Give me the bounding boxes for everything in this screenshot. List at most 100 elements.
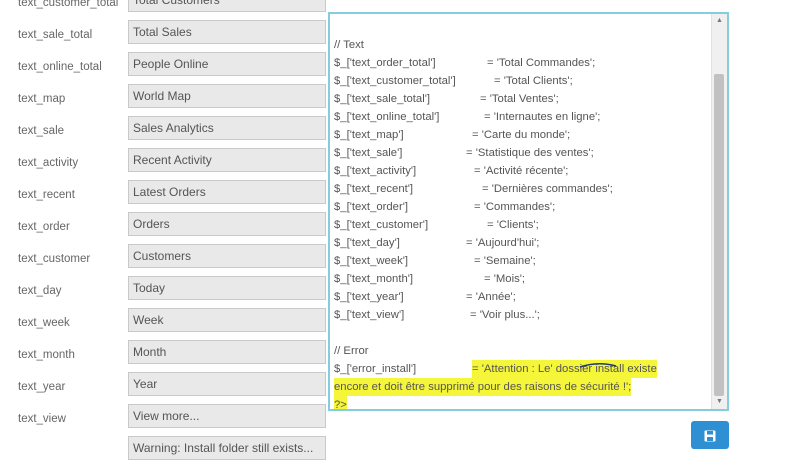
scrollbar-thumb[interactable] [714, 74, 724, 396]
code-key: $_['text_map'] [334, 129, 404, 141]
code-key: $_['text_customer_total'] [334, 75, 456, 87]
code-key: $_['text_sale'] [334, 147, 403, 159]
field-key-label: text_map [18, 93, 66, 105]
code-key: $_['text_recent'] [334, 183, 414, 195]
field-row: text_order [0, 212, 330, 242]
code-line: $_['text_week'] = 'Semaine'; [334, 252, 714, 270]
field-row: text_map [0, 84, 330, 114]
language-fields-list: text_customer_total text_sale_total text_o… [0, 0, 330, 460]
code-line: $_['text_month'] = 'Mois'; [334, 270, 714, 288]
code-value: = 'Total Ventes'; [480, 93, 559, 105]
field-row: text_week [0, 308, 330, 338]
code-line: $_['text_online_total'] = 'Internautes en… [334, 108, 714, 126]
code-key: $_['text_order_total'] [334, 57, 436, 69]
field-key-label: text_activity [18, 157, 79, 169]
code-line: $_['text_sale'] = 'Statistique des ventes… [334, 144, 714, 162]
code-comment-text: // Text [334, 39, 364, 51]
field-value-input[interactable] [128, 404, 326, 428]
field-value-input[interactable] [128, 180, 326, 204]
field-row: text_activity [0, 148, 330, 178]
field-value-input[interactable] [128, 340, 326, 364]
field-value-input[interactable] [128, 148, 326, 172]
scroll-up-arrow-icon[interactable]: ▲ [712, 14, 727, 28]
field-row: text_year [0, 372, 330, 402]
field-row: text_online_total [0, 52, 330, 82]
code-editor[interactable]: // Text $_['text_order_total'] = 'Total C… [328, 12, 729, 411]
field-row: text_day [0, 276, 330, 306]
code-key: $_['text_month'] [334, 273, 414, 285]
field-value-input[interactable] [128, 372, 326, 396]
code-line: $_['text_view'] = 'Voir plus...'; [334, 306, 714, 324]
field-value-input[interactable] [128, 116, 326, 140]
field-key-label: text_month [18, 349, 75, 361]
field-value-input[interactable] [128, 52, 326, 76]
code-value: = 'Total Commandes'; [487, 57, 596, 69]
field-key-label: text_week [18, 317, 70, 329]
field-value-input[interactable] [128, 212, 326, 236]
field-value-input[interactable] [128, 20, 326, 44]
field-key-label: text_sale [18, 125, 65, 137]
code-key: $_['text_activity'] [334, 165, 417, 177]
field-key-label: text_customer_total [18, 0, 119, 9]
code-value: = 'Statistique des ventes'; [466, 147, 594, 159]
code-content[interactable]: // Text $_['text_order_total'] = 'Total C… [334, 36, 714, 409]
field-key-label: text_view [18, 413, 66, 425]
code-key: $_['text_customer'] [334, 219, 429, 231]
code-line: $_['text_recent'] = 'Dernières commandes'… [334, 180, 714, 198]
scroll-down-arrow-icon[interactable]: ▼ [712, 395, 727, 409]
code-value: = 'Carte du monde'; [472, 129, 571, 141]
field-key-label: text_order [18, 221, 70, 233]
code-line: $_['text_customer'] = 'Clients'; [334, 216, 714, 234]
code-php-close: ?> [334, 396, 347, 409]
code-comment-error: // Error [334, 345, 369, 357]
code-value: = 'Activité récente'; [474, 165, 569, 177]
pen-underline-mark [579, 363, 617, 368]
code-value: = 'Semaine'; [474, 255, 536, 267]
field-value-input[interactable] [128, 84, 326, 108]
code-key: $_['text_order'] [334, 201, 409, 213]
editor-scrollbar[interactable]: ▲ ▼ [711, 14, 727, 409]
code-error-value-line2: encore et doit être supprimé pour des ra… [334, 378, 632, 396]
code-error-key: $_['error_install'] [334, 363, 417, 375]
code-error-value-line1: = 'Attention : Le' dossier install exist… [472, 360, 657, 378]
code-value: = 'Aujourd'hui'; [466, 237, 540, 249]
code-line: $_['text_year'] = 'Année'; [334, 288, 714, 306]
save-button[interactable] [691, 421, 729, 449]
field-key-label: text_online_total [18, 61, 102, 73]
code-key: $_['text_online_total'] [334, 111, 440, 123]
field-row: text_view [0, 404, 330, 434]
code-value: = 'Mois'; [484, 273, 526, 285]
code-value: = 'Voir plus...'; [470, 309, 540, 321]
code-value: = 'Commandes'; [474, 201, 556, 213]
field-value-input[interactable] [128, 308, 326, 332]
code-key: $_['text_day'] [334, 237, 400, 249]
code-line: $_['text_map'] = 'Carte du monde'; [334, 126, 714, 144]
field-value-input[interactable] [128, 0, 326, 12]
code-value: = 'Total Clients'; [494, 75, 573, 87]
code-key: $_['text_sale_total'] [334, 93, 431, 105]
field-key-label: text_day [18, 285, 62, 297]
code-value: = 'Dernières commandes'; [482, 183, 613, 195]
code-key: $_['text_week'] [334, 255, 409, 267]
code-key: $_['text_view'] [334, 309, 405, 321]
code-line: $_['text_activity'] = 'Activité récente'; [334, 162, 714, 180]
code-line: $_['text_customer_total'] = 'Total Client… [334, 72, 714, 90]
code-line: $_['text_order'] = 'Commandes'; [334, 198, 714, 216]
field-key-label: text_customer [18, 253, 91, 265]
code-line: $_['text_order_total'] = 'Total Commandes… [334, 54, 714, 72]
code-value: = 'Année'; [466, 291, 516, 303]
field-row: text_customer [0, 244, 330, 274]
field-row: text_sale_total [0, 20, 330, 50]
field-row [0, 436, 330, 466]
field-key-label: text_year [18, 381, 66, 393]
field-key-label: text_recent [18, 189, 75, 201]
code-line: $_['text_day'] = 'Aujourd'hui'; [334, 234, 714, 252]
field-value-input[interactable] [128, 244, 326, 268]
field-row: text_month [0, 340, 330, 370]
field-row: text_customer_total [0, 0, 330, 18]
field-row: text_sale [0, 116, 330, 146]
field-row: text_recent [0, 180, 330, 210]
code-key: $_['text_year'] [334, 291, 404, 303]
code-value: = 'Clients'; [487, 219, 539, 231]
field-value-input[interactable] [128, 276, 326, 300]
